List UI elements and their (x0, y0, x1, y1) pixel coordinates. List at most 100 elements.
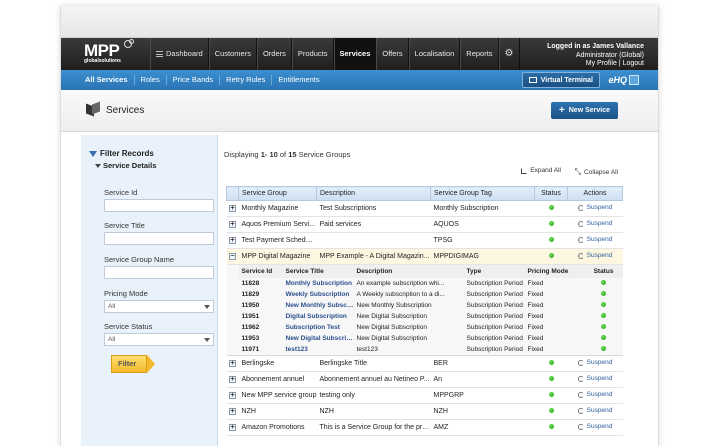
subnav-retry-rules[interactable]: Retry Rules (219, 75, 271, 85)
row-toggle[interactable]: − (226, 248, 239, 265)
row-toggle[interactable]: + (226, 216, 239, 233)
suspend-link[interactable]: Suspend (577, 204, 612, 211)
cell-service-group[interactable]: Aquos Premium Servi... (238, 216, 317, 233)
nav-products[interactable]: Products (291, 38, 334, 70)
app-window: MPP globalsolutions Dashboard Customers … (60, 6, 659, 446)
cell-service-title[interactable]: Monthly Subscription (282, 278, 354, 289)
plus-icon[interactable]: + (229, 392, 236, 399)
nav-dashboard[interactable]: Dashboard (150, 38, 209, 70)
nav-orders[interactable]: Orders (256, 38, 292, 70)
service-row[interactable]: 11950New Monthly Subscript...New Monthly… (238, 300, 623, 311)
suspend-link[interactable]: Suspend (577, 236, 612, 243)
table-row[interactable]: − MPP Digital Magazine MPP Example - A Dig… (226, 248, 623, 265)
cell-service-title[interactable]: Weekly Subscription (282, 289, 354, 300)
service-status-select[interactable]: All (104, 333, 214, 346)
column-header-status[interactable]: Status (534, 186, 568, 201)
plus-icon[interactable]: + (229, 205, 236, 212)
service-row[interactable]: 11828 Monthly Subscription An example subs… (238, 278, 623, 289)
profile-logout-links[interactable]: My Profile | Logout (547, 60, 644, 69)
cell-service-group[interactable]: Test Payment Schedul... (238, 232, 317, 249)
plus-icon[interactable]: + (229, 424, 236, 431)
cell-service-title[interactable]: Subscription Test (282, 322, 354, 333)
table-row[interactable]: + Test Payment Schedul... TPSG Suspend (226, 232, 623, 249)
row-toggle[interactable]: + (226, 355, 239, 372)
suspend-link[interactable]: Suspend (577, 407, 613, 415)
pricing-mode-select[interactable]: All (104, 300, 214, 313)
nav-customers[interactable]: Customers (208, 38, 257, 70)
subnav-roles[interactable]: Roles (133, 75, 166, 85)
suspend-link[interactable]: Suspend (577, 252, 612, 259)
row-toggle[interactable]: + (226, 403, 239, 420)
cell-pricing-mode: Fixed (524, 322, 585, 333)
new-service-button[interactable]: + New Service (550, 102, 618, 119)
plus-icon[interactable]: + (229, 376, 236, 383)
service-row[interactable]: 11962 Subscription Test New Digital Subscr… (238, 322, 623, 333)
subnav-price-bands[interactable]: Price Bands (165, 75, 219, 85)
plus-icon[interactable]: + (229, 221, 236, 228)
cell-service-group[interactable]: Amazon Promotions (238, 419, 317, 436)
row-toggle[interactable]: + (226, 419, 239, 436)
column-header-service-group[interactable]: Service Group (238, 186, 317, 201)
cell-service-title[interactable]: New Monthly Subscript... (282, 300, 354, 311)
collapse-all-link[interactable]: ⤡ Collapse All (575, 167, 618, 177)
expand-all-link[interactable]: Expand All (521, 167, 561, 174)
table-row[interactable]: + New MPP service group testing only MPPGRP… (226, 387, 623, 404)
table-row[interactable]: + NZH NZH NZH Suspend (226, 403, 623, 420)
suspend-link[interactable]: Suspend (577, 391, 612, 398)
subnav-all-services[interactable]: All Services (81, 75, 134, 85)
column-header-tag[interactable]: Service Group Tag (430, 186, 535, 201)
cell-service-group[interactable]: New MPP service group (238, 387, 317, 404)
service-details-toggle[interactable]: Service Details (95, 161, 156, 170)
suspend-label: Suspend (586, 423, 613, 431)
suspend-label: Suspend (586, 407, 613, 415)
table-row[interactable]: + Berlingske Berlingske Title BER Suspend (226, 355, 623, 372)
ehq-button[interactable]: eHQ (605, 72, 642, 88)
cell-service-group[interactable]: Monthly Magazine (238, 200, 317, 217)
service-group-name-input[interactable] (104, 266, 214, 279)
cell-service-group[interactable]: NZH (238, 403, 317, 420)
cell-service-group[interactable]: Berlingske (238, 355, 317, 372)
minus-icon[interactable]: − (229, 253, 236, 260)
filter-button[interactable]: Filter (111, 355, 155, 373)
cell-service-type: Subscription Period (463, 289, 525, 300)
row-toggle[interactable]: + (226, 387, 239, 404)
status-active-icon (601, 335, 606, 340)
virtual-terminal-button[interactable]: Virtual Terminal (521, 72, 600, 88)
nav-reports[interactable]: Reports (460, 38, 499, 70)
cell-service-group[interactable]: MPP Digital Magazine (238, 248, 317, 265)
service-row[interactable]: 11829 Weekly Subscription A Weekly subscri… (238, 289, 623, 300)
sub-header-service-title: Service Title (282, 265, 354, 278)
expanded-services-row: Service Id Service Title Description Type Pr… (226, 264, 623, 356)
cell-tag: BER (430, 355, 535, 372)
cell-service-title[interactable]: New Digital Subscription (282, 333, 354, 344)
cell-service-title[interactable]: Digital Subscription (282, 311, 354, 322)
plus-icon[interactable]: + (229, 237, 236, 244)
row-toggle[interactable]: + (226, 200, 239, 217)
service-row[interactable]: 11951 Digital Subscription New Digital Sub… (238, 311, 623, 322)
plus-icon[interactable]: + (229, 408, 236, 415)
cell-service-title[interactable]: test123 (282, 344, 354, 355)
suspend-link[interactable]: Suspend (577, 359, 612, 366)
table-row[interactable]: + Abonnement annuel Abonnement annuel au N… (226, 371, 623, 388)
service-title-input[interactable] (104, 232, 214, 245)
table-row[interactable]: + Monthly Magazine Test Subscriptions Month… (226, 200, 623, 217)
table-row[interactable]: + Amazon Promotions This is a Service Grou… (226, 419, 623, 436)
service-id-input[interactable] (104, 199, 214, 212)
subnav-entitlements[interactable]: Entitlements (271, 75, 325, 85)
service-row[interactable]: 11971 test123 test123 Subscription Period Fi… (238, 344, 623, 355)
service-row[interactable]: 11953New Digital SubscriptionNew Digital… (238, 333, 623, 344)
logo[interactable]: MPP globalsolutions (84, 39, 134, 68)
suspend-link[interactable]: Suspend (577, 423, 613, 431)
row-toggle[interactable]: + (226, 371, 239, 388)
column-header-description[interactable]: Description (316, 186, 431, 201)
nav-localisation[interactable]: Localisation (408, 38, 461, 70)
nav-offers[interactable]: Offers (376, 38, 409, 70)
row-toggle[interactable]: + (226, 232, 239, 249)
suspend-link[interactable]: Suspend (577, 220, 612, 227)
cell-service-group[interactable]: Abonnement annuel (238, 371, 317, 388)
suspend-link[interactable]: Suspend (577, 375, 612, 382)
table-row[interactable]: + Aquos Premium Servi... Paid services AQUO… (226, 216, 623, 233)
nav-services[interactable]: Services (333, 38, 377, 70)
nav-settings[interactable]: ⚙ (498, 38, 520, 70)
plus-icon[interactable]: + (229, 360, 236, 367)
